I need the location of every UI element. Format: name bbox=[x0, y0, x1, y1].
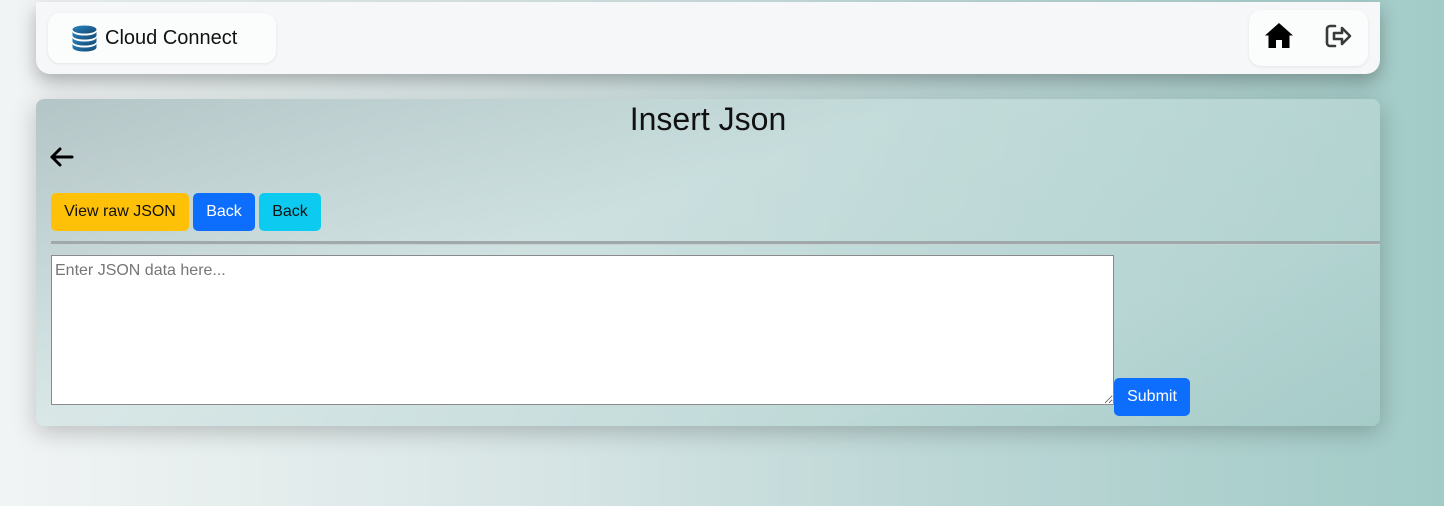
page-title: Insert Json bbox=[629, 101, 787, 137]
json-input[interactable] bbox=[51, 255, 1114, 405]
brand-label: Cloud Connect bbox=[105, 26, 238, 49]
logout-icon bbox=[1325, 23, 1353, 54]
arrow-left-icon[interactable] bbox=[49, 146, 75, 168]
brand-link[interactable]: Cloud Connect bbox=[48, 13, 276, 63]
navbar: Cloud Connect bbox=[36, 2, 1380, 74]
database-icon bbox=[71, 25, 98, 52]
submit-button[interactable]: Submit bbox=[1114, 378, 1190, 416]
insert-json-card: Insert Json View raw JSON Back Back Subm… bbox=[36, 99, 1380, 426]
back-button[interactable]: Back bbox=[193, 193, 255, 231]
home-icon bbox=[1264, 22, 1294, 54]
home-button[interactable] bbox=[1251, 10, 1307, 66]
back-button-secondary[interactable]: Back bbox=[259, 193, 321, 231]
view-raw-json-button[interactable]: View raw JSON bbox=[51, 193, 189, 231]
action-buttons: View raw JSON Back Back bbox=[51, 193, 321, 231]
divider bbox=[51, 241, 1380, 245]
logout-button[interactable] bbox=[1311, 10, 1367, 66]
nav-actions bbox=[1249, 10, 1368, 66]
